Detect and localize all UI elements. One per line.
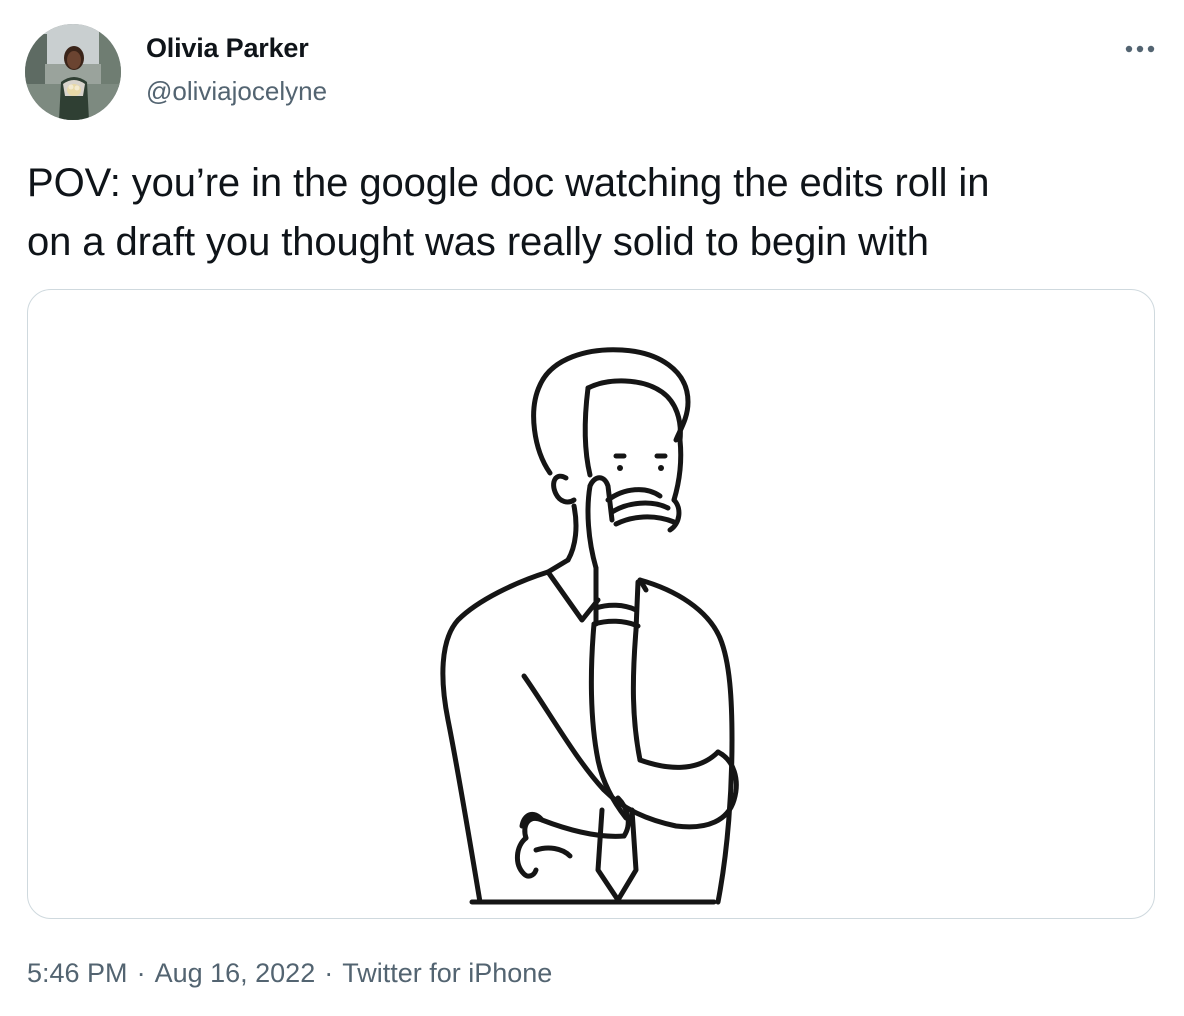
- avatar[interactable]: [25, 24, 121, 120]
- tweet-date[interactable]: Aug 16, 2022: [155, 958, 316, 988]
- more-options-button[interactable]: [1118, 36, 1162, 62]
- display-name[interactable]: Olivia Parker: [146, 33, 309, 64]
- meta-separator: ·: [324, 958, 334, 988]
- tweet-source[interactable]: Twitter for iPhone: [342, 958, 552, 988]
- tweet-text-line: POV: you’re in the google doc watching t…: [27, 161, 990, 205]
- more-options-icon: [1125, 45, 1155, 53]
- tweet: Olivia Parker @oliviajocelyne POV: you’r…: [0, 0, 1184, 1016]
- tweet-text: POV: you’re in the google doc watching t…: [27, 154, 1157, 272]
- tweet-media[interactable]: [27, 289, 1155, 919]
- tweet-time[interactable]: 5:46 PM: [27, 958, 128, 988]
- tweet-meta: 5:46 PM · Aug 16, 2022 · Twitter for iPhone: [27, 958, 552, 989]
- meta-separator: ·: [136, 958, 146, 988]
- thinking-man-icon: [440, 347, 739, 905]
- avatar-photo: [25, 24, 121, 120]
- user-handle[interactable]: @oliviajocelyne: [146, 76, 327, 107]
- tweet-text-line: on a draft you thought was really solid …: [27, 220, 929, 264]
